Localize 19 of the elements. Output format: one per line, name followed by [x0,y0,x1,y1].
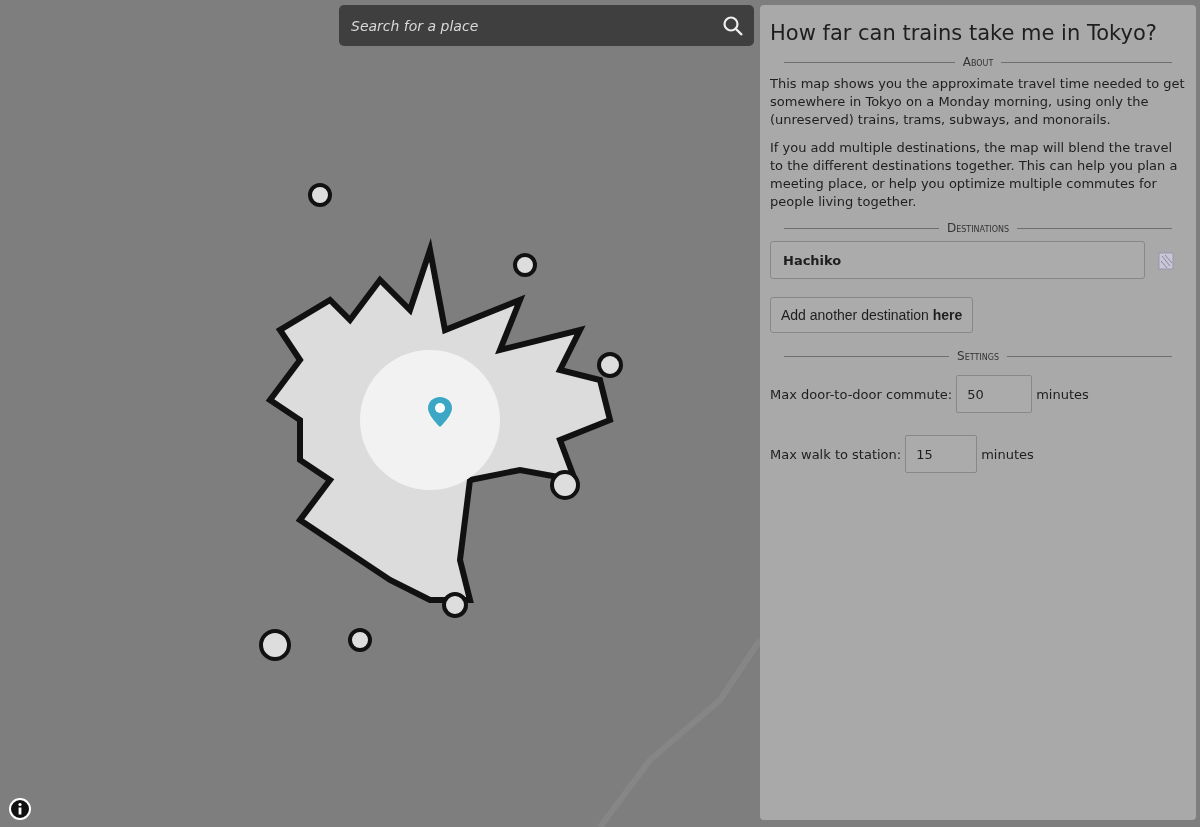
panel-title: How far can trains take me in Tokyo? [770,21,1158,45]
unit-label: minutes [981,446,1034,462]
map-pin-icon[interactable] [427,396,453,428]
section-heading: About [962,55,994,69]
unit-label: minutes [1036,386,1089,402]
number-field[interactable]: 15 [905,435,978,473]
search-icon[interactable] [722,14,744,37]
field-label: Max walk to station: [770,446,902,462]
info-icon[interactable] [9,798,31,820]
number-field[interactable]: 50 [956,375,1033,413]
add-destination-button[interactable]: Add another destination here [770,297,974,333]
paragraph: This map shows you the approximate travel time needed to get somewhere in Tokyo on a Monday morning, using only the (unreserved) trains, trams, subways, and monorails. [770,75,1186,129]
destination-field[interactable]: Hachiko [770,241,1145,279]
section-heading: Settings [957,349,999,363]
search-field[interactable]: Search for a place [349,16,722,35]
section-heading: Destinations [946,221,1010,235]
field-label: Max door-to-door commute: [770,386,953,402]
paragraph: If you add multiple destinations, the map will blend the travel to the different destinations together. This can help you plan a meeting place, or help you optimize multiple commutes for people living together. [770,139,1179,211]
search-bar[interactable]: Search for a place [339,5,754,46]
